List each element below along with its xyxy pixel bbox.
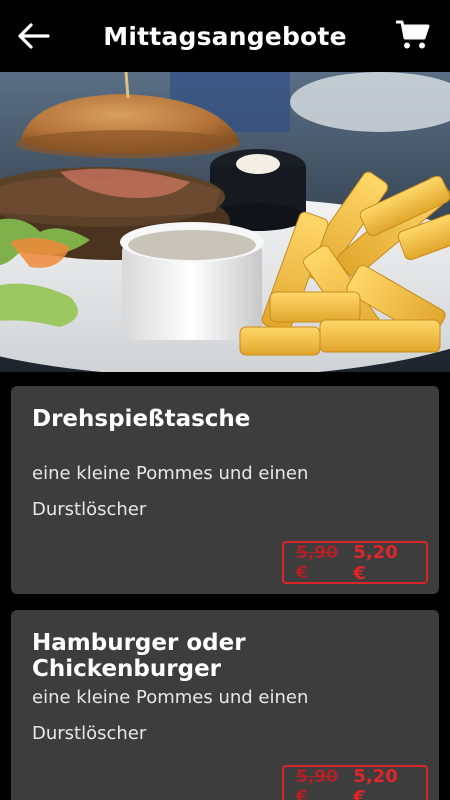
old-price: 5,90 € <box>296 766 338 800</box>
back-button[interactable] <box>16 18 52 54</box>
shopping-cart-icon <box>396 20 430 49</box>
page-title: Mittagsangebote <box>103 21 347 51</box>
old-price: 5,90 € <box>296 542 338 583</box>
price-box[interactable]: 5,90 € 5,20 € <box>282 541 428 584</box>
arrow-left-icon <box>18 23 50 49</box>
burger-and-fries-photo <box>0 72 450 372</box>
offer-name: Drehspießtasche <box>32 406 251 432</box>
top-bar: Mittagsangebote <box>0 0 450 72</box>
hero-image <box>0 72 450 372</box>
offer-card[interactable]: Hamburger oder Chickenburger eine kleine… <box>11 610 439 800</box>
app-screen: Mittagsangebote Drehspießtasche eine kle… <box>0 0 450 800</box>
offers-list: Drehspießtasche eine kleine Pommes und e… <box>0 372 450 800</box>
new-price: 5,20 € <box>353 765 398 800</box>
cart-button[interactable] <box>394 16 432 54</box>
price-box[interactable]: 5,90 € 5,20 € <box>282 765 428 800</box>
offer-description: eine kleine Pommes und einen Durstlösche… <box>32 463 309 520</box>
offer-description: eine kleine Pommes und einen Durstlösche… <box>32 687 309 744</box>
offer-card[interactable]: Drehspießtasche eine kleine Pommes und e… <box>11 386 439 594</box>
offer-name: Hamburger oder Chickenburger <box>32 630 246 682</box>
new-price: 5,20 € <box>353 541 398 584</box>
